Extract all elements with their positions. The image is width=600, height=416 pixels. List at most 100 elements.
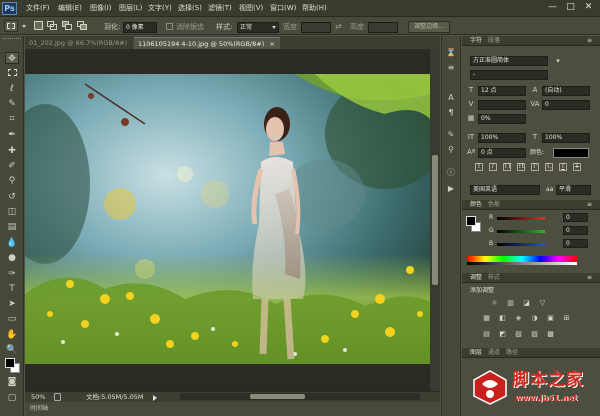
foreground-color-swatch-top[interactable] — [5, 358, 15, 368]
menu-filter[interactable]: 滤镜(T) — [208, 3, 232, 14]
lasso-tool-icon[interactable]: ℓ — [5, 83, 19, 95]
menu-window[interactable]: 窗口(W) — [270, 3, 296, 14]
brightness-adjust-icon[interactable]: ☼ — [490, 299, 499, 308]
scale-input[interactable]: 0% — [478, 114, 526, 124]
channel-mixer-adjust-icon[interactable]: ▣ — [546, 314, 555, 323]
document-canvas-image[interactable] — [25, 74, 430, 364]
kerning-input[interactable] — [478, 100, 526, 110]
antialias-method-select[interactable]: 平滑 — [556, 185, 591, 195]
channel-g-slider[interactable] — [497, 230, 545, 233]
invert-adjust-icon[interactable]: ▤ — [482, 330, 491, 339]
healing-brush-tool-icon[interactable]: ✚ — [5, 145, 19, 157]
selective-color-adjust-icon[interactable]: ▩ — [546, 330, 555, 339]
font-size-input[interactable]: 12 点 — [478, 86, 526, 96]
faux-italic-button[interactable]: T — [489, 163, 497, 171]
tab-adjustments[interactable]: 调整 — [470, 273, 482, 283]
color-fg-swatch-top[interactable] — [466, 216, 476, 226]
status-menu-icon[interactable] — [153, 395, 157, 401]
quick-mask-icon[interactable]: ◙ — [5, 376, 19, 388]
chevron-down-icon[interactable] — [22, 25, 26, 29]
path-select-tool-icon[interactable]: ➤ — [5, 298, 19, 310]
subtract-selection-icon[interactable] — [62, 21, 73, 30]
close-icon[interactable]: × — [269, 40, 274, 48]
baseline-input[interactable]: 0 点 — [478, 148, 526, 158]
photo-filter-adjust-icon[interactable]: ◑ — [530, 314, 539, 323]
channel-r-slider[interactable] — [497, 217, 545, 220]
font-family-dropdown-icon[interactable]: ▾ — [552, 57, 564, 66]
tab-layers[interactable]: 图层 — [470, 348, 482, 358]
tab-paths[interactable]: 路径 — [506, 348, 518, 358]
scrollbar-thumb[interactable] — [432, 155, 438, 285]
intersect-selection-icon[interactable] — [77, 21, 88, 30]
underline-button[interactable]: T — [559, 163, 567, 171]
vertical-scale-input[interactable]: 100% — [478, 133, 526, 143]
menu-select[interactable]: 选择(S) — [178, 3, 202, 14]
horizontal-scrollbar-thumb[interactable] — [250, 394, 305, 399]
antialias-checkbox[interactable] — [166, 23, 173, 30]
leading-input[interactable]: (自动) — [542, 86, 590, 96]
channel-g-input[interactable]: 0 — [563, 226, 588, 235]
info-panel-icon[interactable]: ⓘ — [445, 168, 457, 178]
brush-tool-icon[interactable]: ✐ — [5, 160, 19, 172]
feather-input[interactable]: 0 像素 — [123, 22, 157, 33]
menu-image[interactable]: 图像(I) — [90, 3, 112, 14]
threshold-adjust-icon[interactable]: ▧ — [514, 330, 523, 339]
tab-document-2[interactable]: 1106105194 4-10.jpg @ 50%(RGB/8#) × — [134, 37, 280, 49]
posterize-adjust-icon[interactable]: ◩ — [498, 330, 507, 339]
refine-edge-button[interactable]: 调整边缘... — [408, 21, 450, 33]
tab-channels[interactable]: 通道 — [488, 348, 500, 358]
strikethrough-button[interactable]: T — [573, 163, 581, 171]
eyedropper-tool-icon[interactable]: ✒ — [5, 129, 19, 141]
panel-menu-icon[interactable]: ≡ — [587, 273, 592, 283]
hue-saturation-adjust-icon[interactable]: ▦ — [482, 314, 491, 323]
maximize-button[interactable]: □ — [563, 2, 578, 14]
subscript-button[interactable]: T, — [545, 163, 553, 171]
paragraph-panel-icon[interactable]: ¶ — [445, 108, 457, 118]
tab-styles[interactable]: 样式 — [488, 273, 500, 283]
horizontal-scale-input[interactable]: 100% — [542, 133, 590, 143]
marquee-tool-icon[interactable] — [5, 67, 19, 79]
type-tool-icon[interactable]: T — [5, 283, 19, 295]
tab-swatches[interactable]: 色板 — [488, 200, 500, 210]
zoom-level[interactable]: 50% — [31, 392, 45, 402]
channel-b-slider[interactable] — [497, 243, 545, 246]
panel-menu-icon[interactable]: ≡ — [587, 36, 592, 46]
tab-document-1[interactable]: 01_202.jpg @ 66.7%(RGB/8#) × — [25, 37, 138, 49]
menu-edit[interactable]: 编辑(E) — [58, 3, 82, 14]
swap-icon[interactable]: ⇄ — [335, 22, 345, 32]
menu-help[interactable]: 帮助(H) — [302, 3, 327, 14]
small-caps-button[interactable]: Tt — [517, 163, 525, 171]
tab-paragraph[interactable]: 段落 — [488, 36, 500, 46]
faux-bold-button[interactable]: T — [475, 163, 483, 171]
zoom-tool-icon[interactable]: 🔍 — [5, 344, 19, 356]
minimize-button[interactable]: — — [545, 2, 560, 14]
black-white-adjust-icon[interactable]: ◈ — [514, 314, 523, 323]
history-brush-tool-icon[interactable]: ↺ — [5, 191, 19, 203]
character-panel-icon[interactable]: A — [445, 93, 457, 103]
hand-tool-icon[interactable]: ✋ — [5, 329, 19, 341]
quick-select-tool-icon[interactable]: ✎ — [5, 98, 19, 110]
language-select[interactable]: 美国英语 — [470, 185, 540, 195]
brush-panel-icon[interactable]: ✎ — [445, 130, 457, 140]
tab-color[interactable]: 颜色 — [470, 200, 482, 210]
properties-panel-icon[interactable]: ≡ — [445, 63, 457, 73]
superscript-button[interactable]: T' — [531, 163, 539, 171]
timeline-tab[interactable]: 时间轴 — [30, 404, 48, 413]
actions-panel-icon[interactable]: ▶ — [445, 184, 457, 194]
pen-tool-icon[interactable]: ✑ — [5, 268, 19, 280]
tracking-input[interactable]: 0 — [542, 100, 590, 110]
text-color-swatch[interactable] — [553, 148, 589, 158]
menu-layer[interactable]: 图层(L) — [119, 3, 142, 14]
levels-adjust-icon[interactable]: ▥ — [506, 299, 515, 308]
menu-file[interactable]: 文件(F) — [26, 3, 50, 14]
channel-r-input[interactable]: 0 — [563, 213, 588, 222]
move-tool-icon[interactable]: ✥ — [5, 52, 19, 64]
clone-source-icon[interactable]: ⚲ — [445, 145, 457, 155]
tab-character[interactable]: 字符 — [470, 36, 482, 46]
clone-stamp-tool-icon[interactable]: ⚲ — [5, 175, 19, 187]
color-balance-adjust-icon[interactable]: ◧ — [498, 314, 507, 323]
channel-b-input[interactable]: 0 — [563, 239, 588, 248]
marquee-preset-button[interactable] — [4, 20, 18, 32]
screen-mode-icon[interactable]: ▢ — [5, 392, 19, 404]
history-panel-icon[interactable]: ⌛ — [445, 48, 457, 58]
